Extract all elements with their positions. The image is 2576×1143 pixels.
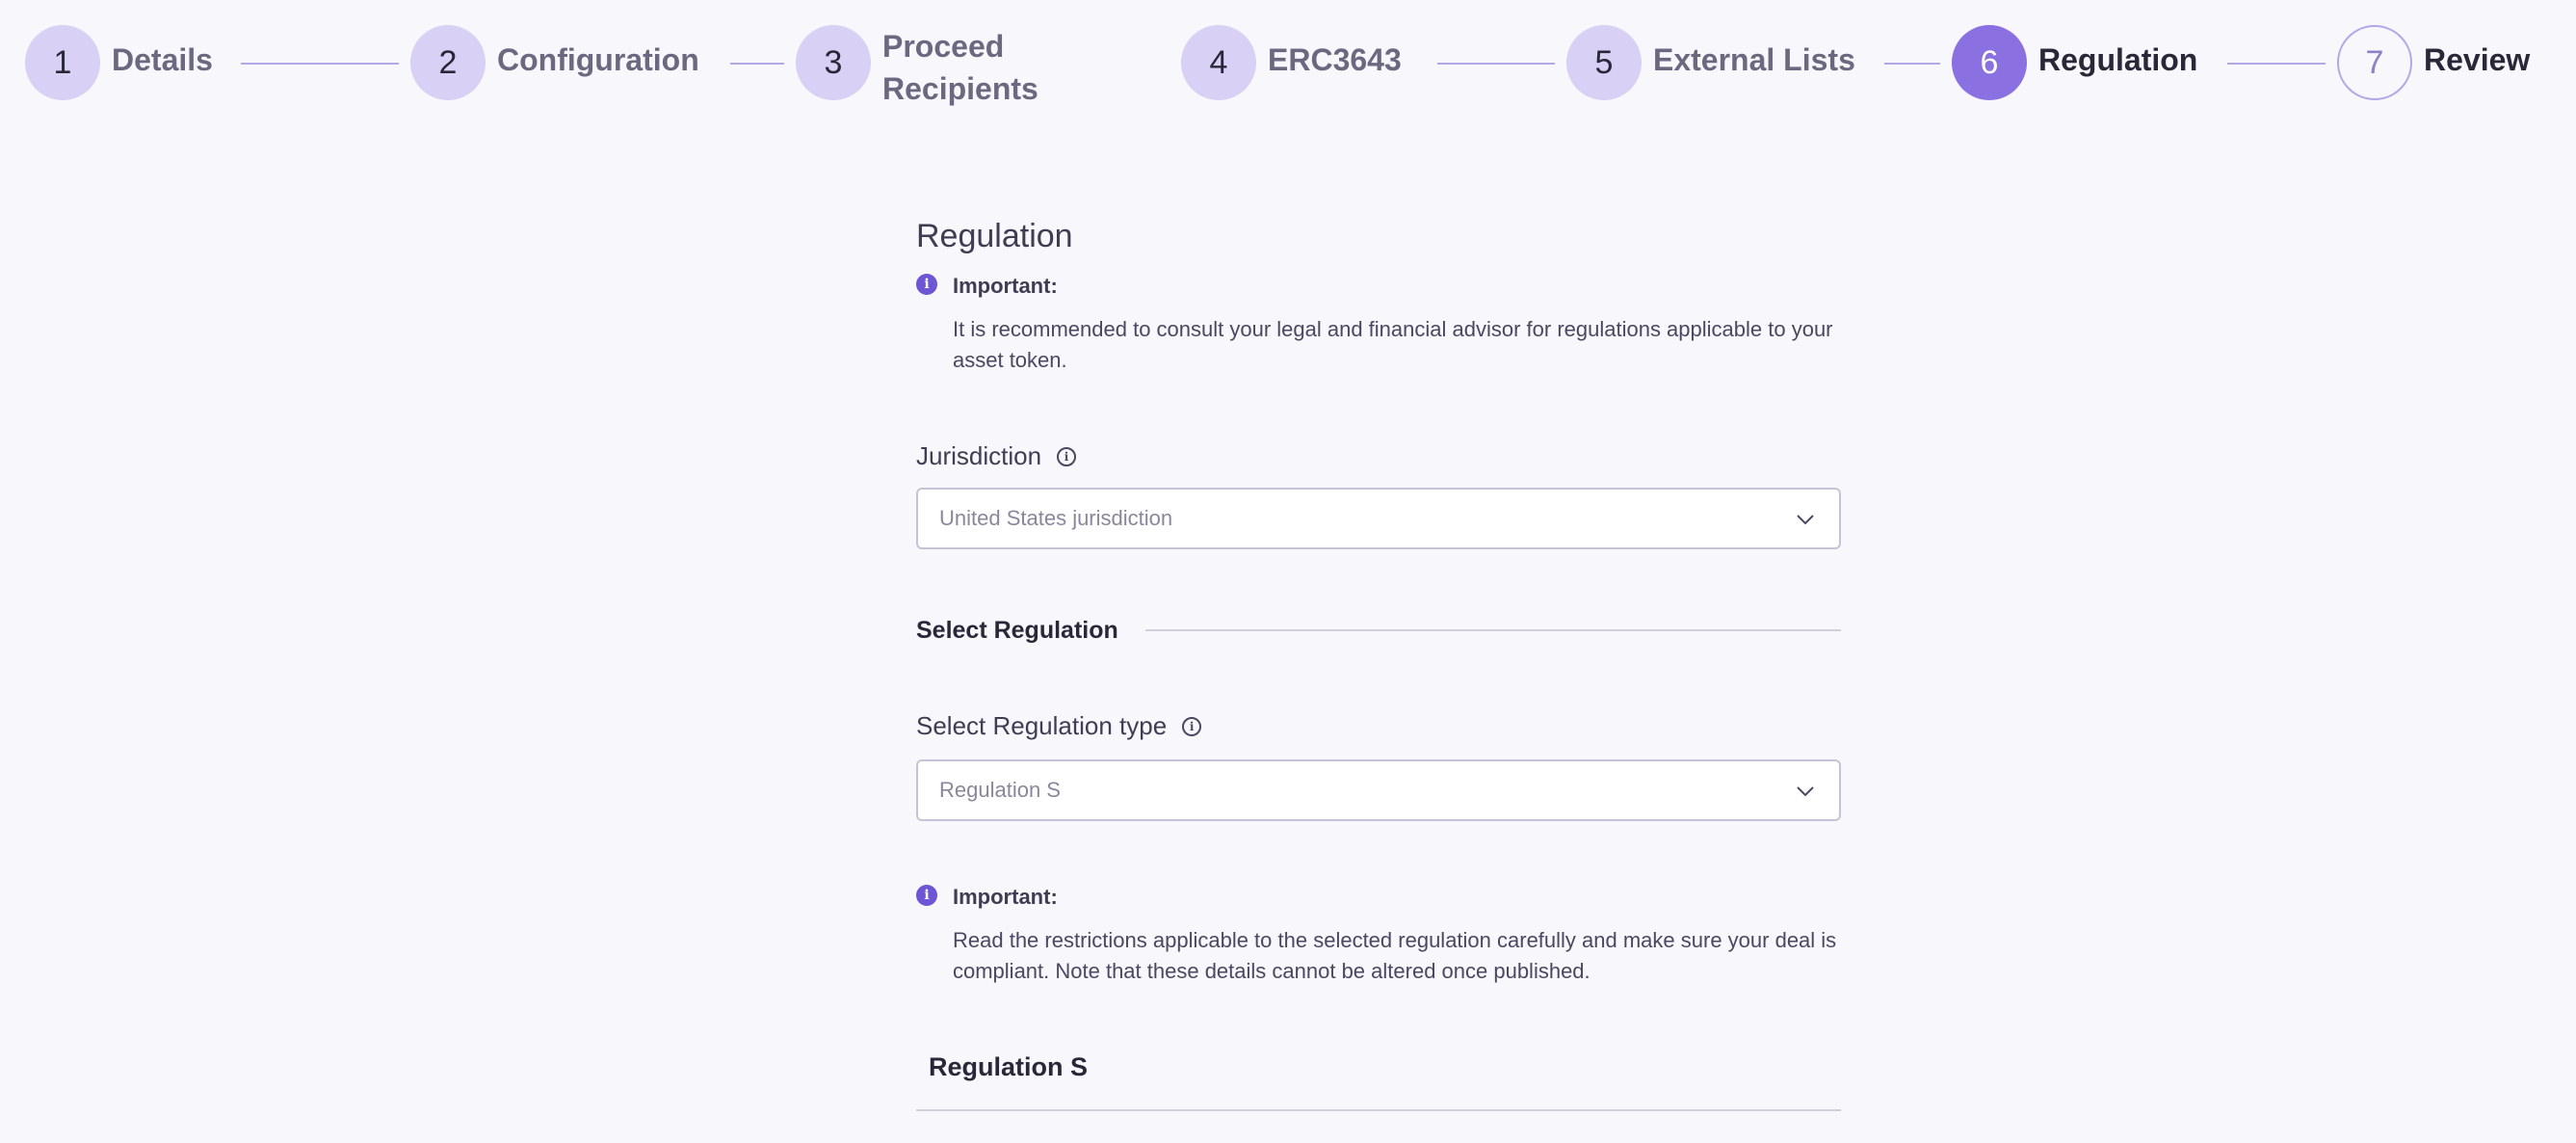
important-label: Important: — [953, 885, 1058, 909]
divider — [1145, 629, 1841, 631]
chevron-down-icon — [1797, 786, 1814, 797]
important-text: It is recommended to consult your legal … — [953, 317, 1833, 372]
jurisdiction-label: Jurisdiction i — [916, 441, 1077, 471]
stepper: 1 Details 2 Configuration 3 Proceed Reci… — [0, 0, 2576, 135]
jurisdiction-label-text: Jurisdiction — [916, 441, 1042, 470]
step-1-circle[interactable]: 1 — [25, 25, 100, 100]
regulation-type-label-text: Select Regulation type — [916, 711, 1168, 740]
step-connector — [241, 63, 399, 65]
step-7-circle[interactable]: 7 — [2337, 25, 2412, 100]
step-3-label-line2[interactable]: Recipients — [882, 67, 1038, 110]
step-connector — [2227, 63, 2326, 65]
jurisdiction-select-value: United States jurisdiction — [939, 506, 1173, 530]
selected-regulation-title: Regulation S — [929, 1052, 1089, 1081]
step-2-label[interactable]: Configuration — [497, 39, 699, 81]
step-6-label[interactable]: Regulation — [2038, 39, 2197, 81]
step-3-circle[interactable]: 3 — [796, 25, 871, 100]
step-2-circle[interactable]: 2 — [410, 25, 486, 100]
step-1-label[interactable]: Details — [112, 39, 213, 81]
jurisdiction-select[interactable]: United States jurisdiction — [916, 488, 1841, 549]
step-5-label[interactable]: External Lists — [1653, 39, 1855, 81]
chevron-down-icon — [1797, 515, 1814, 525]
select-regulation-heading: Select Regulation — [916, 617, 1118, 644]
help-circle-icon[interactable]: i — [1182, 716, 1202, 736]
step-7-label[interactable]: Review — [2424, 39, 2530, 81]
step-connector — [1884, 63, 1940, 65]
step-3-label-line1[interactable]: Proceed — [882, 25, 1004, 67]
step-4-label[interactable]: ERC3643 — [1268, 39, 1402, 81]
regulation-type-label: Select Regulation type i — [916, 711, 1202, 741]
step-4-circle[interactable]: 4 — [1181, 25, 1256, 100]
section-title: Regulation — [916, 218, 1073, 254]
step-connector — [1437, 63, 1555, 65]
step-6-circle[interactable]: 6 — [1952, 25, 2027, 100]
step-5-circle[interactable]: 5 — [1566, 25, 1642, 100]
important-label: Important: — [953, 274, 1058, 298]
important-text: Read the restrictions applicable to the … — [953, 928, 1837, 983]
step-connector — [730, 63, 784, 65]
info-icon: i — [916, 274, 937, 295]
divider — [916, 1109, 1841, 1111]
regulation-type-select[interactable]: Regulation S — [916, 759, 1841, 821]
help-circle-icon[interactable]: i — [1057, 446, 1077, 466]
regulation-type-select-value: Regulation S — [939, 778, 1061, 802]
info-icon: i — [916, 885, 937, 906]
